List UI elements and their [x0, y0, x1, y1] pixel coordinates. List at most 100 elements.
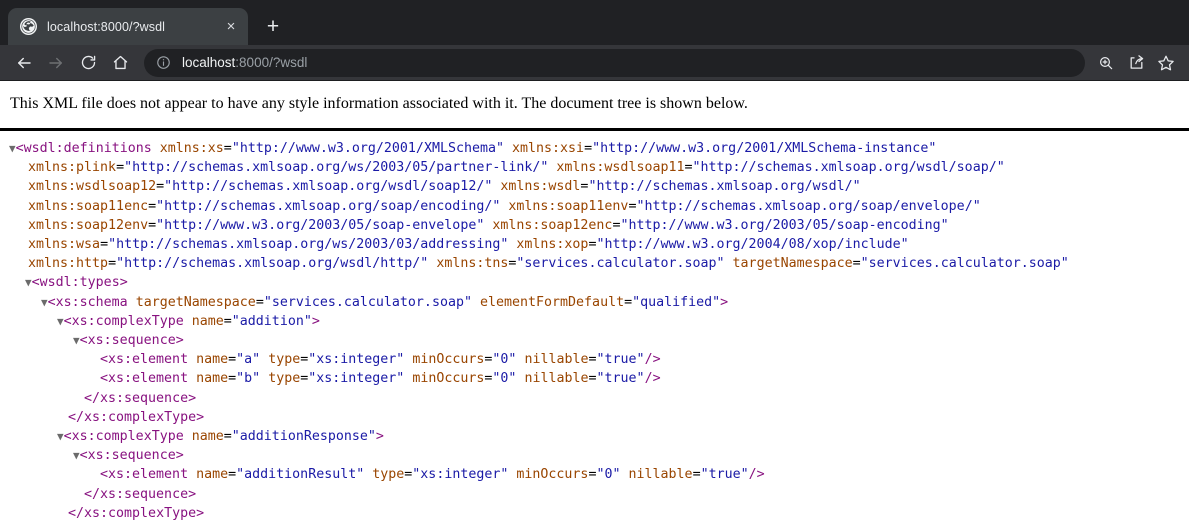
xml-punc: >: [196, 505, 205, 521]
page-content: This XML file does not appear to have an…: [0, 81, 1189, 523]
xml-line: </xs:sequence>: [6, 485, 1189, 504]
xml-attrval: "services.calculator.soap": [263, 294, 472, 310]
expand-triangle-icon[interactable]: ▼: [57, 430, 64, 443]
xml-attrname: minOccurs: [516, 467, 589, 483]
xml-document-tree: ▼<wsdl:definitions xmlns:xs="http://www.…: [0, 131, 1189, 523]
xml-attrname: targetNamespace: [732, 256, 853, 272]
xml-line: </xs:sequence>: [6, 389, 1189, 408]
xml-eq: =: [148, 198, 157, 214]
xml-punc: </: [84, 486, 101, 502]
xml-punc: <: [79, 448, 88, 464]
xml-eq: =: [228, 352, 237, 368]
xml-plain: [260, 352, 268, 367]
xml-plain: [504, 141, 512, 156]
xml-attrname: xmlns:wsa: [28, 237, 101, 253]
xml-attrval: "additionResponse": [231, 429, 376, 445]
xml-punc: >: [188, 390, 197, 406]
xml-punc: >: [175, 333, 184, 349]
bookmark-star-icon[interactable]: [1151, 48, 1181, 78]
xml-attrval: "0": [492, 371, 517, 387]
reload-icon[interactable]: [72, 48, 104, 78]
xml-punc: />: [748, 467, 765, 483]
xml-attrval: "http://schemas.xmlsoap.org/wsdl/http/": [116, 256, 429, 272]
tab-strip: localhost:8000/?wsdl × +: [0, 0, 1189, 45]
xml-tag: xs:complexType: [84, 409, 197, 425]
xml-punc: >: [311, 313, 320, 329]
close-icon[interactable]: ×: [220, 16, 242, 38]
xml-punc: >: [375, 429, 384, 445]
xml-eq: =: [116, 160, 125, 176]
xml-plain: [128, 295, 136, 310]
xml-tag: xs:complexType: [71, 313, 184, 329]
xml-line: </xs:complexType>: [6, 408, 1189, 427]
xml-line: xmlns:soap11enc="http://schemas.xmlsoap.…: [6, 197, 1189, 216]
xml-attrval: "http://schemas.xmlsoap.org/wsdl/soap12/…: [164, 179, 493, 195]
xml-eq: =: [148, 217, 157, 233]
url-host: localhost: [182, 55, 236, 70]
xml-attrval: "b": [236, 371, 261, 387]
xml-tag: xs:element: [108, 371, 189, 387]
xml-eq: =: [588, 371, 597, 387]
xml-plain: [152, 141, 160, 156]
new-tab-button[interactable]: +: [256, 9, 290, 43]
xml-style-notice: This XML file does not appear to have an…: [10, 95, 748, 112]
expand-triangle-icon[interactable]: ▼: [9, 142, 16, 155]
xml-attrval: "http://schemas.xmlsoap.org/wsdl/soap/": [692, 160, 1005, 176]
xml-attrname: xmlns:wsdlsoap12: [28, 179, 157, 195]
xml-attrname: nillable: [524, 352, 589, 368]
xml-punc: <: [15, 141, 24, 156]
browser-tab[interactable]: localhost:8000/?wsdl ×: [8, 8, 248, 45]
back-icon[interactable]: [8, 48, 40, 78]
expand-triangle-icon[interactable]: ▼: [73, 449, 80, 462]
forward-icon[interactable]: [40, 48, 72, 78]
toolbar-icons: [1091, 48, 1181, 78]
xml-attrval: "a": [236, 352, 261, 368]
tab-title: localhost:8000/?wsdl: [47, 19, 166, 34]
xml-attrval: "0": [492, 352, 517, 368]
xml-attrname: xmlns:soap11env: [508, 198, 629, 214]
xml-eq: =: [223, 141, 232, 156]
xml-line: ▼<wsdl:types>: [6, 273, 1189, 292]
xml-attrval: "0": [596, 467, 621, 483]
zoom-icon[interactable]: [1091, 48, 1121, 78]
xml-tag: xs:complexType: [71, 429, 184, 445]
xml-attrname: elementFormDefault: [479, 294, 625, 310]
xml-plain: [188, 352, 196, 367]
site-info-icon[interactable]: [156, 55, 171, 70]
xml-tag: xs:element: [108, 467, 189, 483]
expand-triangle-icon[interactable]: ▼: [73, 334, 80, 347]
xml-attrval: "true": [700, 467, 749, 483]
xml-attrname: nillable: [524, 371, 589, 387]
xml-line: ▼<xs:sequence>: [6, 331, 1189, 350]
xml-plain: [184, 314, 192, 329]
xml-punc: >: [720, 294, 729, 310]
expand-triangle-icon[interactable]: ▼: [41, 296, 48, 309]
xml-eq: =: [228, 371, 237, 387]
expand-triangle-icon[interactable]: ▼: [57, 315, 64, 328]
xml-punc: <: [47, 294, 56, 310]
xml-eq: =: [100, 237, 109, 253]
xml-attrval: "http://www.w3.org/2001/XMLSchema": [231, 141, 504, 156]
xml-tag: xs:sequence: [100, 390, 189, 406]
expand-triangle-icon[interactable]: ▼: [25, 276, 32, 289]
xml-plain: [621, 467, 629, 482]
xml-plain: [184, 429, 192, 444]
xml-tag: xs:sequence: [100, 486, 189, 502]
xml-attrname: xmlns:wsdl: [500, 179, 581, 195]
xml-plain: [725, 256, 733, 271]
share-icon[interactable]: [1121, 48, 1151, 78]
xml-eq: =: [692, 467, 701, 483]
home-icon[interactable]: [104, 48, 136, 78]
xml-attrname: xmlns:plink: [28, 160, 117, 176]
xml-attrval: "xs:integer": [308, 352, 405, 368]
xml-punc: </: [68, 409, 85, 425]
xml-attrname: type: [268, 371, 301, 387]
xml-tag: xs:complexType: [84, 505, 197, 521]
xml-punc: </: [68, 505, 85, 521]
xml-line: xmlns:http="http://schemas.xmlsoap.org/w…: [6, 254, 1189, 273]
address-bar[interactable]: localhost:8000/?wsdl: [144, 48, 1085, 77]
xml-attrname: targetNamespace: [135, 294, 256, 310]
xml-line: xmlns:soap12env="http://www.w3.org/2003/…: [6, 216, 1189, 235]
xml-eq: =: [684, 160, 693, 176]
xml-tag: xs:sequence: [87, 333, 176, 349]
